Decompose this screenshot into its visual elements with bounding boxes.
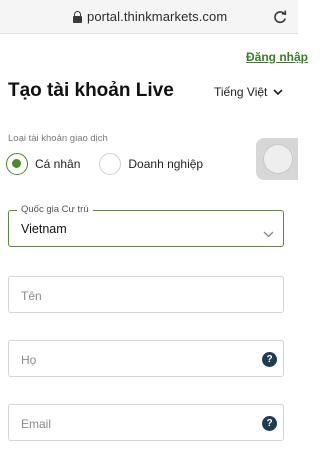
first-name-field[interactable]: Tên (8, 276, 284, 313)
assistive-touch-button[interactable] (256, 138, 298, 180)
account-type-radio-group: Cá nhân Doanh nghiệp (6, 153, 203, 175)
radio-label-business: Doanh nghiệp (128, 157, 204, 171)
help-icon[interactable]: ? (262, 352, 277, 367)
language-label: Tiếng Việt (214, 85, 268, 99)
url-text[interactable]: portal.thinkmarkets.com (87, 9, 227, 24)
reload-icon[interactable] (272, 9, 288, 25)
language-selector[interactable]: Tiếng Việt (214, 85, 283, 99)
radio-button[interactable] (99, 153, 122, 175)
first-name-placeholder: Tên (21, 289, 42, 303)
radio-option-business[interactable]: Doanh nghiệp (99, 153, 203, 175)
last-name-placeholder: Họ (21, 353, 37, 367)
last-name-field[interactable]: Họ ? (8, 340, 284, 377)
account-type-label: Loại tài khoản giao dịch (8, 133, 108, 144)
lock-icon (73, 11, 82, 23)
browser-url-bar[interactable]: portal.thinkmarkets.com (0, 0, 298, 34)
help-icon[interactable]: ? (262, 416, 277, 431)
page-title: Tạo tài khoản Live (8, 80, 174, 101)
chevron-down-icon (263, 225, 274, 243)
residence-country-value: Vietnam (21, 222, 67, 236)
email-field[interactable]: Email ? (8, 404, 284, 441)
radio-label-individual: Cá nhân (35, 157, 81, 171)
residence-country-label: Quốc gia Cư trú (17, 204, 93, 215)
residence-country-select[interactable]: Quốc gia Cư trú Vietnam (8, 204, 284, 247)
login-link[interactable]: Đăng nhập (246, 50, 308, 64)
radio-button-selected[interactable] (6, 153, 28, 175)
radio-option-individual[interactable]: Cá nhân (6, 153, 80, 175)
email-placeholder: Email (21, 417, 52, 431)
chevron-down-icon (273, 88, 283, 96)
